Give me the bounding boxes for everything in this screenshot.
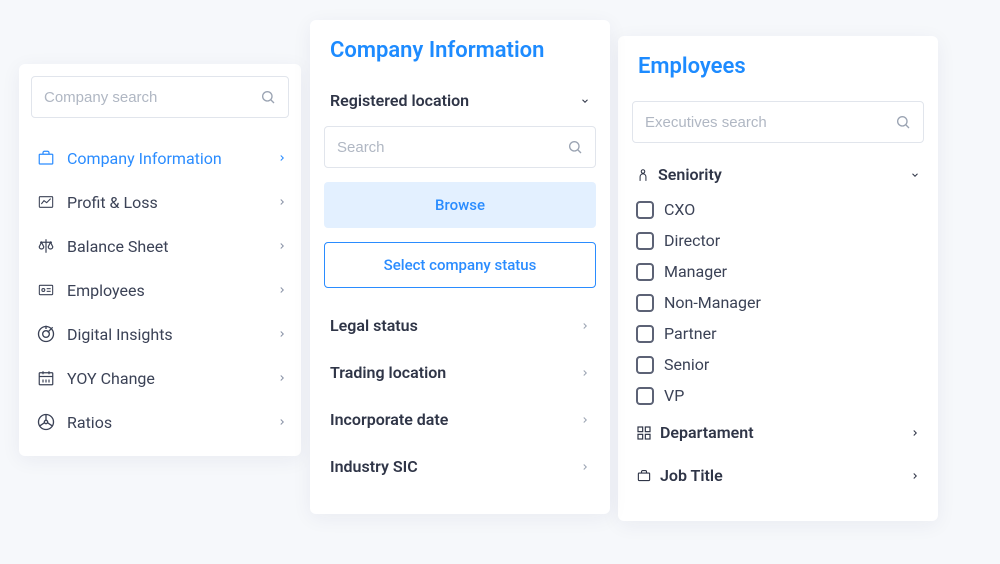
panel-title-company-info: Company Information	[324, 38, 596, 63]
select-company-status-label: Select company status	[384, 256, 537, 274]
option-label: Partner	[664, 324, 717, 343]
seniority-option-director[interactable]: Director	[632, 225, 924, 256]
seniority-option-partner[interactable]: Partner	[632, 318, 924, 349]
filter-label: Trading location	[330, 363, 446, 382]
sidebar-item-digital-insights[interactable]: Digital Insights	[19, 312, 301, 356]
search-icon	[260, 89, 276, 105]
filter-label: Legal status	[330, 316, 418, 335]
checkbox-icon[interactable]	[636, 263, 654, 281]
chevron-right-icon	[277, 239, 287, 253]
seniority-option-manager[interactable]: Manager	[632, 256, 924, 287]
checkbox-icon[interactable]	[636, 356, 654, 374]
sidebar-item-company-information[interactable]: Company Information	[19, 136, 301, 180]
filter-trading-location[interactable]: Trading location	[324, 349, 596, 396]
employees-panel: Employees Seniority CXO Director Manager…	[618, 36, 938, 521]
chevron-right-icon	[277, 371, 287, 385]
chevron-down-icon	[910, 168, 920, 182]
company-search-box[interactable]	[31, 76, 289, 118]
filter-label: Incorporate date	[330, 410, 448, 429]
company-search-input[interactable]	[44, 89, 260, 106]
scales-icon	[33, 236, 59, 256]
chevron-right-icon	[580, 460, 590, 474]
option-label: Director	[664, 231, 720, 250]
section-job-title[interactable]: Job Title	[632, 454, 924, 497]
search-icon	[567, 139, 583, 155]
executives-search-box[interactable]	[632, 101, 924, 143]
section-registered-location[interactable]: Registered location	[324, 85, 596, 116]
location-search-box[interactable]	[324, 126, 596, 168]
seniority-option-non-manager[interactable]: Non-Manager	[632, 287, 924, 318]
person-icon	[636, 166, 650, 184]
sidebar-item-label: Balance Sheet	[67, 237, 277, 256]
sidebar-item-label: YOY Change	[67, 369, 277, 388]
chevron-down-icon	[580, 94, 590, 108]
panel-title-employees: Employees	[632, 54, 924, 79]
target-icon	[33, 324, 59, 344]
sidebar-item-label: Company Information	[67, 149, 277, 168]
filter-legal-status[interactable]: Legal status	[324, 302, 596, 349]
sidebar-panel: Company Information Profit & Loss Balanc…	[19, 64, 301, 456]
checkbox-icon[interactable]	[636, 232, 654, 250]
grid-icon	[636, 425, 652, 441]
chevron-right-icon	[277, 327, 287, 341]
option-label: VP	[664, 386, 684, 405]
sidebar-item-label: Employees	[67, 281, 277, 300]
seniority-option-cxo[interactable]: CXO	[632, 194, 924, 225]
chevron-right-icon	[277, 415, 287, 429]
section-seniority[interactable]: Seniority	[632, 159, 924, 194]
chevron-right-icon	[910, 469, 920, 483]
chevron-right-icon	[277, 195, 287, 209]
sidebar-item-label: Digital Insights	[67, 325, 277, 344]
calendar-icon	[33, 368, 59, 388]
select-company-status-button[interactable]: Select company status	[324, 242, 596, 288]
sidebar-item-label: Profit & Loss	[67, 193, 277, 212]
registered-location-label: Registered location	[330, 91, 469, 110]
option-label: Senior	[664, 355, 709, 374]
chevron-right-icon	[580, 413, 590, 427]
seniority-label: Seniority	[658, 165, 722, 184]
location-search-input[interactable]	[337, 139, 567, 156]
sidebar-item-balance-sheet[interactable]: Balance Sheet	[19, 224, 301, 268]
filter-label: Industry SIC	[330, 457, 418, 476]
filter-incorporate-date[interactable]: Incorporate date	[324, 396, 596, 443]
steering-icon	[33, 412, 59, 432]
option-label: Non-Manager	[664, 293, 761, 312]
chevron-right-icon	[277, 283, 287, 297]
chart-line-icon	[33, 192, 59, 212]
browse-button[interactable]: Browse	[324, 182, 596, 228]
sidebar-item-employees[interactable]: Employees	[19, 268, 301, 312]
jobtitle-label: Job Title	[660, 466, 723, 485]
checkbox-icon[interactable]	[636, 294, 654, 312]
briefcase-icon	[636, 468, 652, 483]
chevron-right-icon	[580, 319, 590, 333]
company-info-panel: Company Information Registered location …	[310, 20, 610, 514]
seniority-option-vp[interactable]: VP	[632, 380, 924, 411]
sidebar-item-yoy-change[interactable]: YOY Change	[19, 356, 301, 400]
checkbox-icon[interactable]	[636, 325, 654, 343]
filter-industry-sic[interactable]: Industry SIC	[324, 443, 596, 490]
option-label: CXO	[664, 200, 695, 219]
search-icon	[895, 114, 911, 130]
chevron-right-icon	[910, 426, 920, 440]
sidebar-item-ratios[interactable]: Ratios	[19, 400, 301, 444]
seniority-option-senior[interactable]: Senior	[632, 349, 924, 380]
executives-search-input[interactable]	[645, 114, 895, 131]
checkbox-icon[interactable]	[636, 387, 654, 405]
checkbox-icon[interactable]	[636, 201, 654, 219]
id-card-icon	[33, 280, 59, 300]
briefcase-icon	[33, 148, 59, 168]
department-label: Departament	[660, 423, 754, 442]
sidebar-item-label: Ratios	[67, 413, 277, 432]
chevron-right-icon	[580, 366, 590, 380]
sidebar-item-profit-loss[interactable]: Profit & Loss	[19, 180, 301, 224]
section-department[interactable]: Departament	[632, 411, 924, 454]
chevron-right-icon	[277, 151, 287, 165]
option-label: Manager	[664, 262, 727, 281]
browse-button-label: Browse	[435, 196, 485, 214]
